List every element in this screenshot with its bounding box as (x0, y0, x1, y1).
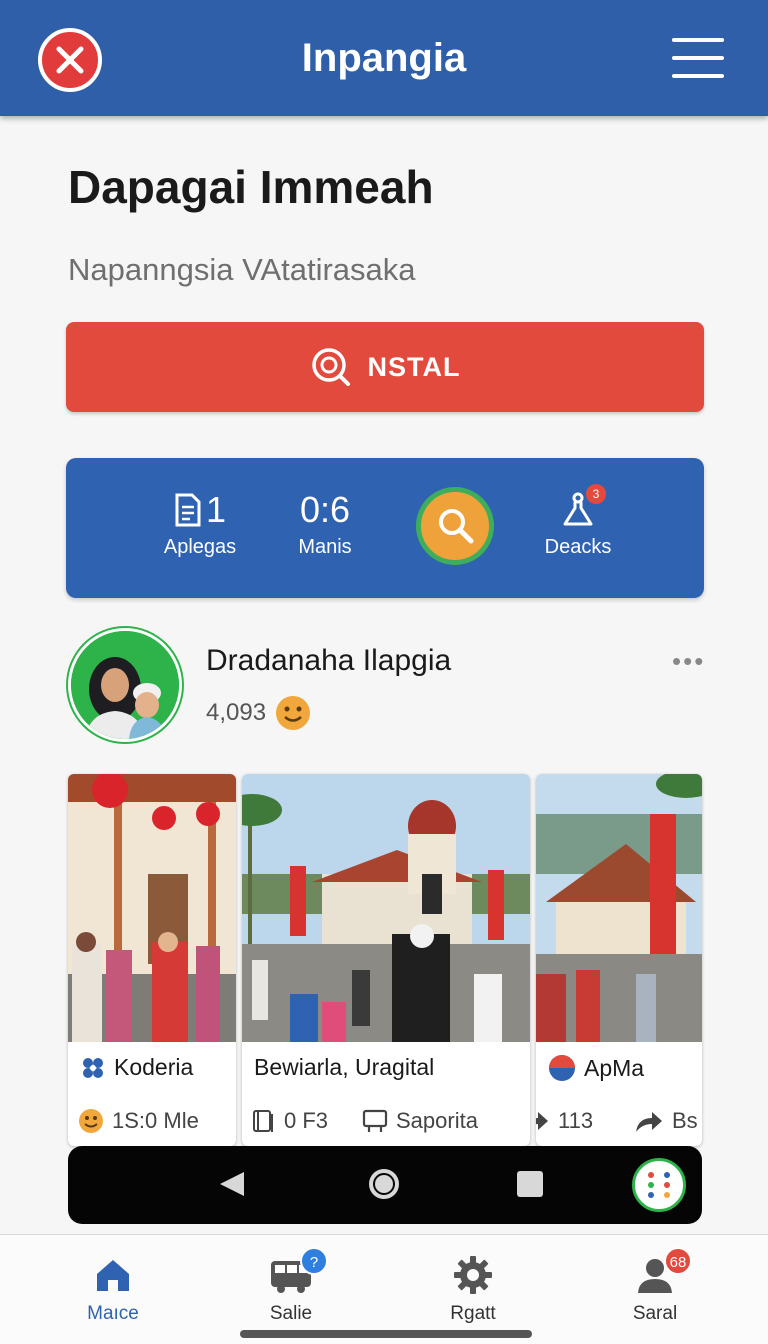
photo-card[interactable]: ApMa 113 Bs (536, 774, 702, 1146)
photo-cards: Koderia 1S:0 Mle Bewiarla, Uragital 0 F3… (68, 774, 702, 1146)
stat-aplegas-label: Aplegas (163, 536, 237, 558)
profile-name: Dradanaha Ilapgia (206, 644, 452, 677)
card-caption: ApMa (548, 1054, 644, 1082)
tab-salie-badge: ? (300, 1247, 328, 1275)
app-launcher-button[interactable] (632, 1158, 686, 1212)
card-meta: 1S:0 Mle (78, 1108, 199, 1134)
search-icon (311, 348, 350, 386)
cluster-icon (83, 1057, 103, 1078)
tab-rgatt[interactable]: Rgatt (398, 1253, 548, 1325)
card-caption: Bewiarla, Uragital (254, 1054, 434, 1081)
comment-icon (362, 1109, 388, 1132)
page-title: Dapagai Immeah (68, 161, 434, 213)
share-icon (636, 1112, 662, 1132)
stat-manis-value: 0:6 (299, 489, 351, 530)
card-meta: 113 (536, 1108, 593, 1134)
pie-icon (549, 1055, 575, 1081)
document-icon (253, 1110, 273, 1132)
smiley-icon (79, 1109, 103, 1133)
tab-home-label: Maıce (87, 1303, 139, 1324)
card-meta-text: 1S:0 Mle (112, 1108, 199, 1133)
dots-grid-icon (648, 1172, 670, 1198)
stats-search-button[interactable] (416, 487, 494, 565)
stat-manis-label: Manis (298, 536, 352, 558)
avatar[interactable] (68, 628, 182, 742)
photo-card[interactable]: Koderia 1S:0 Mle (68, 774, 236, 1146)
home-nav-icon[interactable] (368, 1168, 400, 1200)
stats-panel: 1 Aplegas 0:6 Manis 3 Deacks (66, 458, 704, 598)
more-options-icon[interactable]: ••• (672, 646, 705, 677)
profile-count-row: 4,093 (206, 696, 311, 730)
home-icon (97, 1260, 129, 1291)
system-nav-bar (68, 1146, 702, 1224)
card-meta-text: 0 F3 (284, 1108, 329, 1133)
stat-aplegas[interactable]: 1 Aplegas (162, 488, 238, 559)
stat-aplegas-value: 1 (205, 489, 227, 530)
card-meta: 0 F3 (252, 1108, 328, 1134)
page-subtitle: Napanngsia VAtatirasaka (68, 252, 416, 287)
tab-home[interactable]: Maıce (38, 1253, 188, 1325)
tab-saral[interactable]: 68 Saral (580, 1247, 730, 1325)
app-header: Inpangia (0, 0, 768, 116)
document-icon (175, 493, 201, 527)
stat-manis[interactable]: 0:6 Manis (288, 488, 362, 559)
photo-village-hall (536, 774, 702, 1042)
tab-salie[interactable]: ? Salie (216, 1247, 366, 1325)
photo-temple-courtyard (68, 774, 236, 1042)
photo-card[interactable]: Bewiarla, Uragital 0 F3 Saporita (242, 774, 530, 1146)
recents-icon[interactable] (514, 1168, 546, 1200)
card-meta-secondary: Bs (634, 1108, 698, 1134)
back-icon[interactable] (216, 1168, 248, 1200)
tab-saral-badge: 68 (664, 1247, 692, 1275)
card-meta-secondary: Saporita (362, 1108, 478, 1134)
install-button-label: NSTAL (367, 351, 461, 382)
home-indicator[interactable] (240, 1330, 532, 1338)
bottom-tab-bar: Maıce ? Salie Rgatt 68 Saral (0, 1234, 768, 1344)
photo-mosque-crowd (242, 774, 530, 1042)
tab-saral-label: Saral (632, 1303, 678, 1324)
install-button[interactable]: NSTAL (66, 322, 704, 412)
profile-count: 4,093 (206, 699, 267, 726)
tab-rgatt-label: Rgatt (450, 1303, 496, 1324)
hamburger-menu-icon[interactable] (672, 38, 728, 82)
card-caption-text: Koderia (114, 1054, 194, 1080)
card-caption-text: ApMa (584, 1054, 645, 1081)
gear-icon (454, 1256, 492, 1294)
card-meta-text: 113 (558, 1108, 594, 1133)
tab-salie-label: Salie (269, 1303, 313, 1324)
deacks-badge: 3 (586, 484, 606, 504)
card-caption: Koderia (80, 1054, 193, 1081)
app-title: Inpangia (301, 36, 467, 80)
card-meta-secondary-text: Bs (672, 1108, 698, 1133)
stat-deacks-label: Deacks (544, 536, 612, 558)
card-meta-secondary-text: Saporita (396, 1108, 478, 1133)
share-icon (536, 1112, 548, 1130)
smiley-icon (276, 696, 311, 730)
stat-deacks[interactable]: 3 Deacks (536, 484, 620, 559)
search-icon (439, 509, 474, 544)
card-caption-text: Bewiarla, Uragital (254, 1054, 435, 1080)
